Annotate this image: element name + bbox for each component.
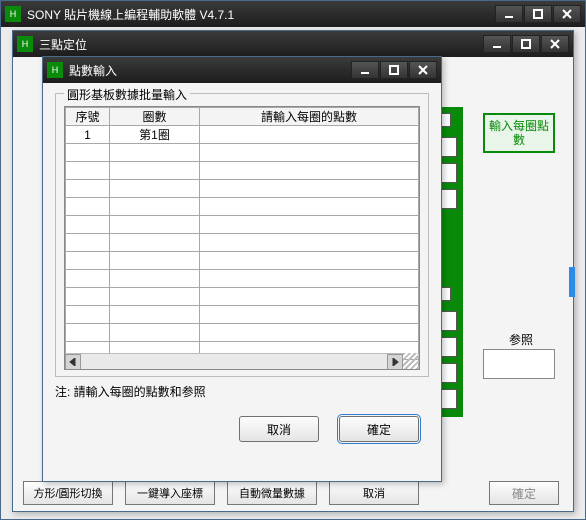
size-grip-icon	[403, 353, 419, 369]
cell-seq	[66, 270, 110, 288]
cell-ring	[110, 162, 200, 180]
locate-title: 三點定位	[39, 36, 483, 53]
cell-ring	[110, 324, 200, 342]
cell-ring	[110, 216, 200, 234]
cell-seq	[66, 234, 110, 252]
table-row[interactable]	[66, 198, 419, 216]
col-count: 請輸入每圈的點數	[200, 108, 419, 126]
cell-count[interactable]	[200, 126, 419, 144]
table-header-row: 序號 圈數 請輸入每圈的點數	[66, 108, 419, 126]
table-row[interactable]	[66, 144, 419, 162]
maximize-button[interactable]	[524, 5, 552, 23]
locate-titlebar[interactable]: H 三點定位	[13, 31, 573, 57]
cell-count[interactable]	[200, 180, 419, 198]
dialog-ok-button[interactable]: 確定	[339, 416, 419, 442]
cell-count[interactable]	[200, 216, 419, 234]
dialog-cancel-button[interactable]: 取消	[239, 416, 319, 442]
per-ring-points-button[interactable]: 輸入每圈點數	[483, 113, 555, 153]
table-row[interactable]: 1第1圈	[66, 126, 419, 144]
minimize-button[interactable]	[495, 5, 523, 23]
table-row[interactable]	[66, 234, 419, 252]
cell-count[interactable]	[200, 162, 419, 180]
table-row[interactable]	[66, 288, 419, 306]
cell-ring	[110, 252, 200, 270]
cell-ring	[110, 180, 200, 198]
cell-count[interactable]	[200, 252, 419, 270]
scroll-right-button[interactable]	[387, 354, 403, 370]
col-seq: 序號	[66, 108, 110, 126]
reference-field[interactable]	[483, 349, 555, 379]
auto-data-button[interactable]: 自動微量數據	[227, 481, 317, 505]
maximize-button[interactable]	[380, 61, 408, 79]
cell-seq	[66, 306, 110, 324]
cell-ring	[110, 234, 200, 252]
shape-toggle-button[interactable]: 方形/圓形切換	[23, 481, 113, 505]
close-button[interactable]	[541, 35, 569, 53]
cell-count[interactable]	[200, 144, 419, 162]
cell-count[interactable]	[200, 324, 419, 342]
cell-ring	[110, 306, 200, 324]
main-titlebar[interactable]: H SONY 貼片機線上編程輔助軟體 V4.7.1	[1, 1, 585, 27]
cell-count[interactable]	[200, 306, 419, 324]
close-button[interactable]	[553, 5, 581, 23]
cell-count[interactable]	[200, 198, 419, 216]
table-row[interactable]	[66, 270, 419, 288]
group-title: 圓形基板數據批量輸入	[64, 86, 190, 103]
app-icon: H	[47, 62, 63, 78]
cell-ring	[110, 288, 200, 306]
app-icon: H	[5, 6, 21, 22]
cell-ring: 第1圈	[110, 126, 200, 144]
cell-count[interactable]	[200, 270, 419, 288]
group-box: 圓形基板數據批量輸入 序號 圈數 請輸入每圈的點數 1第1圈	[55, 93, 429, 377]
table-row[interactable]	[66, 306, 419, 324]
ok-button[interactable]: 確定	[489, 481, 559, 505]
cell-seq	[66, 252, 110, 270]
cell-seq	[66, 198, 110, 216]
cell-seq	[66, 216, 110, 234]
table-row[interactable]	[66, 180, 419, 198]
table-body: 1第1圈	[66, 126, 419, 371]
minimize-button[interactable]	[351, 61, 379, 79]
minimize-button[interactable]	[483, 35, 511, 53]
dialog-title: 點數輸入	[69, 62, 351, 79]
cell-seq: 1	[66, 126, 110, 144]
points-table: 序號 圈數 請輸入每圈的點數 1第1圈	[64, 106, 420, 370]
main-title: SONY 貼片機線上編程輔助軟體 V4.7.1	[27, 6, 495, 23]
horizontal-scrollbar[interactable]	[65, 353, 403, 369]
cell-ring	[110, 270, 200, 288]
col-ring: 圈數	[110, 108, 200, 126]
dialog-titlebar[interactable]: H 點數輸入	[43, 57, 441, 83]
table-row[interactable]	[66, 252, 419, 270]
cell-ring	[110, 198, 200, 216]
cell-seq	[66, 324, 110, 342]
cell-seq	[66, 180, 110, 198]
cell-seq	[66, 162, 110, 180]
table-row[interactable]	[66, 216, 419, 234]
maximize-button[interactable]	[512, 35, 540, 53]
cell-count[interactable]	[200, 288, 419, 306]
locate-bottom-buttons: 方形/圓形切換 一鍵導入座標 自動微量數據 取消	[23, 481, 419, 505]
cell-seq	[66, 288, 110, 306]
cell-count[interactable]	[200, 234, 419, 252]
scroll-left-button[interactable]	[65, 354, 81, 370]
app-icon: H	[17, 36, 33, 52]
reference-label: 参照	[509, 331, 533, 348]
close-button[interactable]	[409, 61, 437, 79]
cell-seq	[66, 144, 110, 162]
table-row[interactable]	[66, 162, 419, 180]
import-coords-button[interactable]: 一鍵導入座標	[125, 481, 215, 505]
points-dialog: H 點數輸入 圓形基板數據批量輸入 序號 圈數 請輸入每圈的點數	[42, 56, 442, 482]
cancel-button[interactable]: 取消	[329, 481, 419, 505]
table-row[interactable]	[66, 324, 419, 342]
note-text: 注: 請輸入每圈的點數和参照	[55, 383, 429, 400]
cell-ring	[110, 144, 200, 162]
blue-accent	[569, 267, 575, 297]
